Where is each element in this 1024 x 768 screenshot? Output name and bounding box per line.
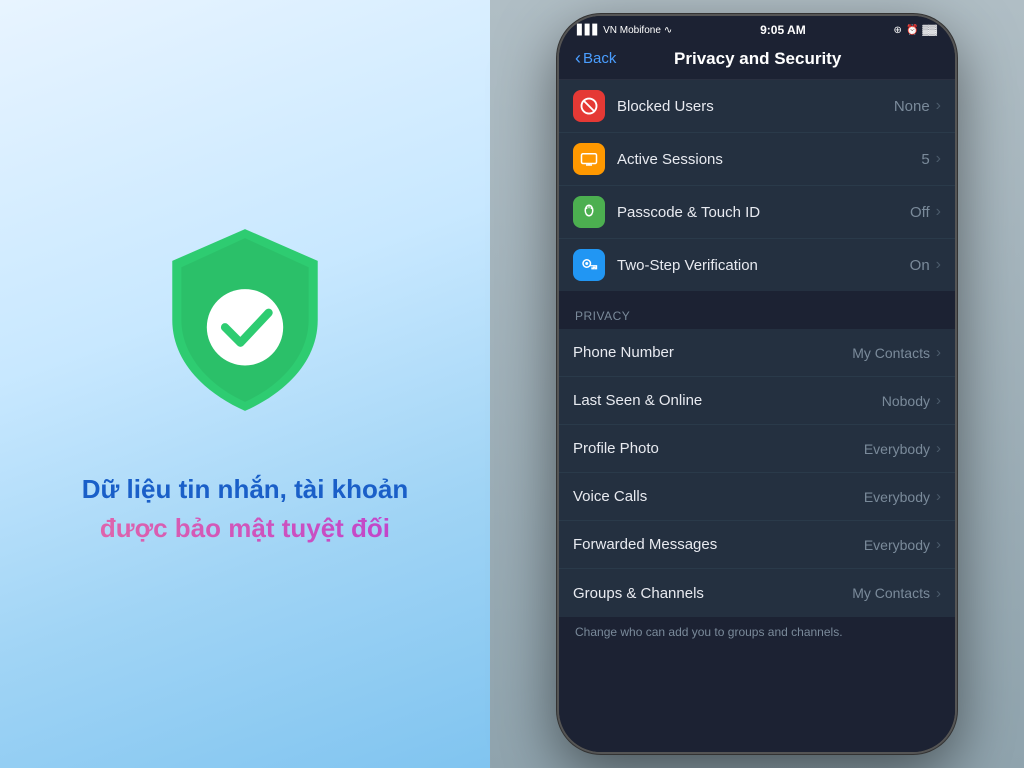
security-section: Blocked Users None › Active Sessio [559, 80, 955, 291]
last-seen-chevron: › [936, 392, 941, 409]
privacy-section: PRIVACY Phone Number My Contacts › Last … [559, 293, 955, 655]
profile-photo-item[interactable]: Profile Photo Everybody › [559, 425, 955, 473]
profile-photo-chevron: › [936, 440, 941, 457]
status-bar: ▋▋▋ VN Mobifone ∿ 9:05 AM ⊕ ⏰ ▓▓ [559, 16, 955, 40]
back-label: Back [583, 50, 616, 67]
battery-icon: ▓▓ [922, 25, 937, 36]
voice-calls-item[interactable]: Voice Calls Everybody › [559, 473, 955, 521]
back-chevron-icon: ‹ [575, 48, 581, 69]
groups-channels-item[interactable]: Groups & Channels My Contacts › [559, 569, 955, 617]
groups-channels-value: My Contacts [852, 585, 930, 601]
shield-icon [145, 220, 345, 440]
hero-line2: được bảo mật tuyệt đối [82, 509, 409, 548]
active-sessions-icon [573, 143, 605, 175]
phone-frame: ▋▋▋ VN Mobifone ∿ 9:05 AM ⊕ ⏰ ▓▓ ‹ Back … [557, 14, 957, 754]
blocked-users-label: Blocked Users [617, 98, 894, 115]
last-seen-item[interactable]: Last Seen & Online Nobody › [559, 377, 955, 425]
power-button [955, 136, 957, 186]
hero-text: Dữ liệu tin nhắn, tài khoản được bảo mật… [82, 470, 409, 548]
forwarded-messages-chevron: › [936, 536, 941, 553]
wifi-icon: ∿ [664, 25, 672, 36]
phone-number-chevron: › [936, 344, 941, 361]
privacy-group: Phone Number My Contacts › Last Seen & O… [559, 329, 955, 617]
status-icons: ⊕ ⏰ ▓▓ [894, 25, 937, 36]
forwarded-messages-item[interactable]: Forwarded Messages Everybody › [559, 521, 955, 569]
nav-title: Privacy and Security [616, 49, 899, 69]
phone-number-value: My Contacts [852, 345, 930, 361]
back-button[interactable]: ‹ Back [575, 48, 616, 69]
left-panel: Dữ liệu tin nhắn, tài khoản được bảo mật… [0, 0, 490, 768]
signal-bars: ▋▋▋ [577, 25, 600, 36]
two-step-icon [573, 249, 605, 281]
profile-photo-label: Profile Photo [573, 440, 864, 457]
volume-button [557, 116, 559, 146]
alarm-icon: ⊕ [894, 25, 902, 36]
status-time: 9:05 AM [760, 23, 806, 37]
passcode-item[interactable]: Passcode & Touch ID Off › [559, 186, 955, 239]
two-step-chevron: › [936, 256, 941, 274]
active-sessions-item[interactable]: Active Sessions 5 › [559, 133, 955, 186]
last-seen-label: Last Seen & Online [573, 392, 882, 409]
blocked-users-item[interactable]: Blocked Users None › [559, 80, 955, 133]
passcode-value: Off [910, 204, 930, 221]
forwarded-messages-label: Forwarded Messages [573, 536, 864, 553]
groups-channels-footer: Change who can add you to groups and cha… [559, 617, 955, 655]
profile-photo-value: Everybody [864, 441, 930, 457]
two-step-value: On [910, 257, 930, 274]
groups-channels-label: Groups & Channels [573, 585, 852, 602]
privacy-section-header: PRIVACY [559, 293, 955, 329]
phone-number-item[interactable]: Phone Number My Contacts › [559, 329, 955, 377]
voice-calls-value: Everybody [864, 489, 930, 505]
active-sessions-chevron: › [936, 150, 941, 168]
passcode-chevron: › [936, 203, 941, 221]
phone-content: Blocked Users None › Active Sessio [559, 80, 955, 754]
groups-channels-chevron: › [936, 585, 941, 602]
carrier-name: VN Mobifone [603, 25, 661, 36]
active-sessions-label: Active Sessions [617, 151, 921, 168]
forwarded-messages-value: Everybody [864, 537, 930, 553]
nav-bar: ‹ Back Privacy and Security [559, 40, 955, 80]
passcode-icon [573, 196, 605, 228]
hero-line1: Dữ liệu tin nhắn, tài khoản [82, 470, 409, 509]
voice-calls-label: Voice Calls [573, 488, 864, 505]
clock-icon: ⏰ [906, 25, 918, 36]
blocked-users-chevron: › [936, 97, 941, 115]
passcode-label: Passcode & Touch ID [617, 204, 910, 221]
phone-number-label: Phone Number [573, 344, 852, 361]
right-panel: ▋▋▋ VN Mobifone ∿ 9:05 AM ⊕ ⏰ ▓▓ ‹ Back … [490, 0, 1024, 768]
blocked-users-value: None [894, 98, 930, 115]
two-step-label: Two-Step Verification [617, 257, 910, 274]
blocked-users-icon [573, 90, 605, 122]
status-carrier: ▋▋▋ VN Mobifone ∿ [577, 25, 672, 36]
voice-calls-chevron: › [936, 488, 941, 505]
active-sessions-value: 5 [921, 151, 929, 168]
two-step-item[interactable]: Two-Step Verification On › [559, 239, 955, 291]
security-group: Blocked Users None › Active Sessio [559, 80, 955, 291]
last-seen-value: Nobody [882, 393, 930, 409]
